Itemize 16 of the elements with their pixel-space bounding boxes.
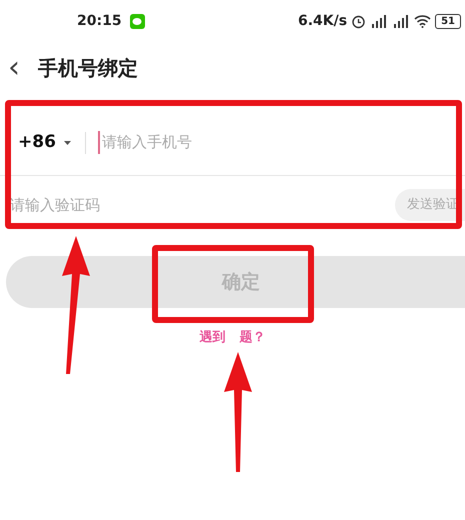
- wifi-icon: [414, 14, 432, 28]
- chat-app-icon: [130, 14, 145, 28]
- network-speed: 6.4K/s: [298, 12, 348, 30]
- alarm-icon: [351, 14, 366, 28]
- help-link[interactable]: 遇到: [200, 330, 226, 345]
- phone-input[interactable]: 请输入手机号: [98, 131, 465, 154]
- caret-icon: [64, 140, 71, 144]
- help-link[interactable]: 题？: [240, 330, 266, 345]
- back-button[interactable]: ‹: [8, 53, 34, 83]
- signal-icon: [370, 14, 388, 28]
- page-title: 手机号绑定: [38, 55, 138, 82]
- code-input[interactable]: 请输入验证码: [10, 194, 395, 216]
- signal-icon: [392, 14, 410, 28]
- battery-indicator: 51: [435, 14, 461, 28]
- country-code-selector[interactable]: +86: [18, 130, 71, 156]
- status-time: 20:15: [77, 12, 122, 30]
